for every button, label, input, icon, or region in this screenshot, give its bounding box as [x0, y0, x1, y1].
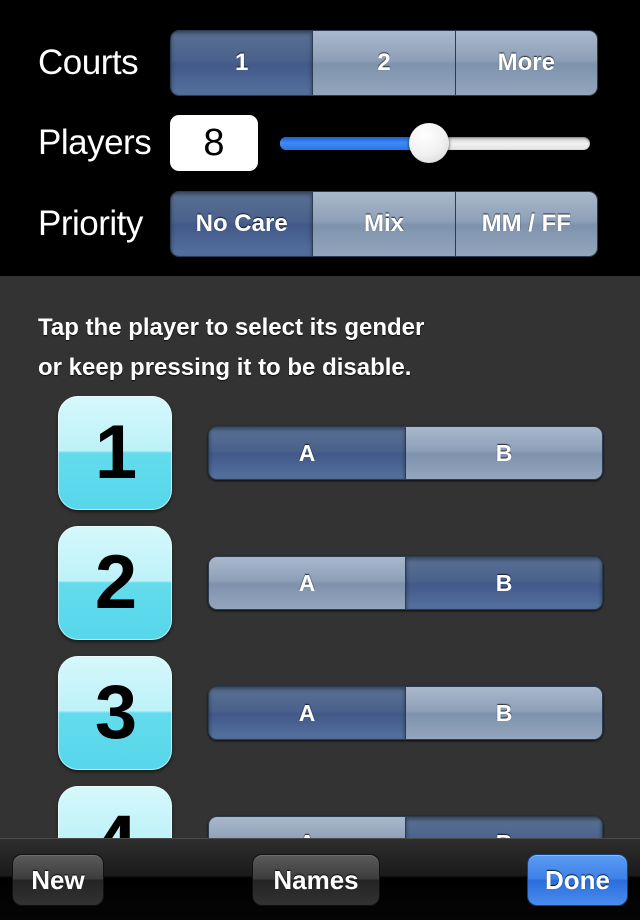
priority-option-2[interactable]: MM / FF [455, 192, 597, 256]
team-option-a[interactable]: A [209, 557, 406, 609]
players-value-field[interactable]: 8 [170, 115, 258, 171]
priority-label: Priority [38, 204, 143, 243]
player-tile[interactable]: 4 [58, 786, 172, 838]
players-slider[interactable] [280, 115, 590, 171]
instructions-line-1: Tap the player to select its gender [38, 314, 425, 341]
team-option-b[interactable]: B [406, 557, 602, 609]
courts-label: Courts [38, 43, 139, 82]
courts-segmented-control[interactable]: 1 2 More [170, 30, 598, 96]
priority-option-0[interactable]: No Care [171, 192, 314, 256]
player-number: 2 [94, 540, 137, 625]
player-number: 1 [94, 410, 137, 495]
slider-thumb[interactable] [408, 123, 449, 163]
player-row: 2 AB [0, 518, 640, 648]
courts-row: Courts 1 2 More [0, 30, 640, 96]
slider-fill [280, 136, 429, 150]
instructions-line-2: or keep pressing it to be disable. [38, 354, 412, 381]
player-row: 1 AB [0, 388, 640, 518]
players-label: Players [38, 123, 152, 162]
player-team-segmented-control[interactable]: AB [208, 686, 603, 740]
players-control: 8 [170, 110, 640, 176]
priority-option-1[interactable]: Mix [313, 192, 456, 256]
player-team-segmented-control[interactable]: AB [208, 556, 603, 610]
new-button[interactable]: New [12, 854, 104, 906]
courts-option-1[interactable]: 2 [313, 31, 456, 95]
player-tile[interactable]: 2 [58, 526, 172, 640]
team-option-b[interactable]: B [406, 687, 602, 739]
player-team-segmented-control[interactable]: AB [208, 816, 603, 838]
courts-option-2[interactable]: More [455, 31, 597, 95]
players-row: Players 8 [0, 110, 640, 176]
player-scroll-area[interactable]: Tap the player to select its gender or k… [0, 276, 640, 838]
player-row: 3 AB [0, 648, 640, 778]
player-number: 4 [95, 805, 137, 839]
player-tile[interactable]: 1 [58, 396, 172, 510]
team-option-a[interactable]: A [209, 687, 406, 739]
player-team-segmented-control[interactable]: AB [208, 426, 603, 480]
team-option-a[interactable]: A [209, 427, 406, 479]
settings-header: Courts 1 2 More Players 8 Priority No Care… [0, 0, 640, 276]
courts-option-0[interactable]: 1 [171, 31, 314, 95]
instructions-text: Tap the player to select its gender or k… [0, 276, 640, 388]
bottom-toolbar: New Names Done [0, 838, 640, 920]
team-option-b[interactable]: B [406, 427, 602, 479]
team-option-b[interactable]: B [406, 817, 602, 838]
priority-row: Priority No Care Mix MM / FF [0, 191, 640, 257]
player-row: 4 AB [0, 778, 640, 838]
player-number: 3 [94, 670, 137, 755]
player-list: 1AB2AB3AB4AB [0, 388, 640, 838]
team-option-a[interactable]: A [209, 817, 406, 838]
priority-segmented-control[interactable]: No Care Mix MM / FF [170, 191, 598, 257]
app-screen: Courts 1 2 More Players 8 Priority No Care… [0, 0, 640, 920]
player-tile[interactable]: 3 [58, 656, 172, 770]
names-button[interactable]: Names [252, 854, 380, 906]
done-button[interactable]: Done [527, 854, 628, 906]
